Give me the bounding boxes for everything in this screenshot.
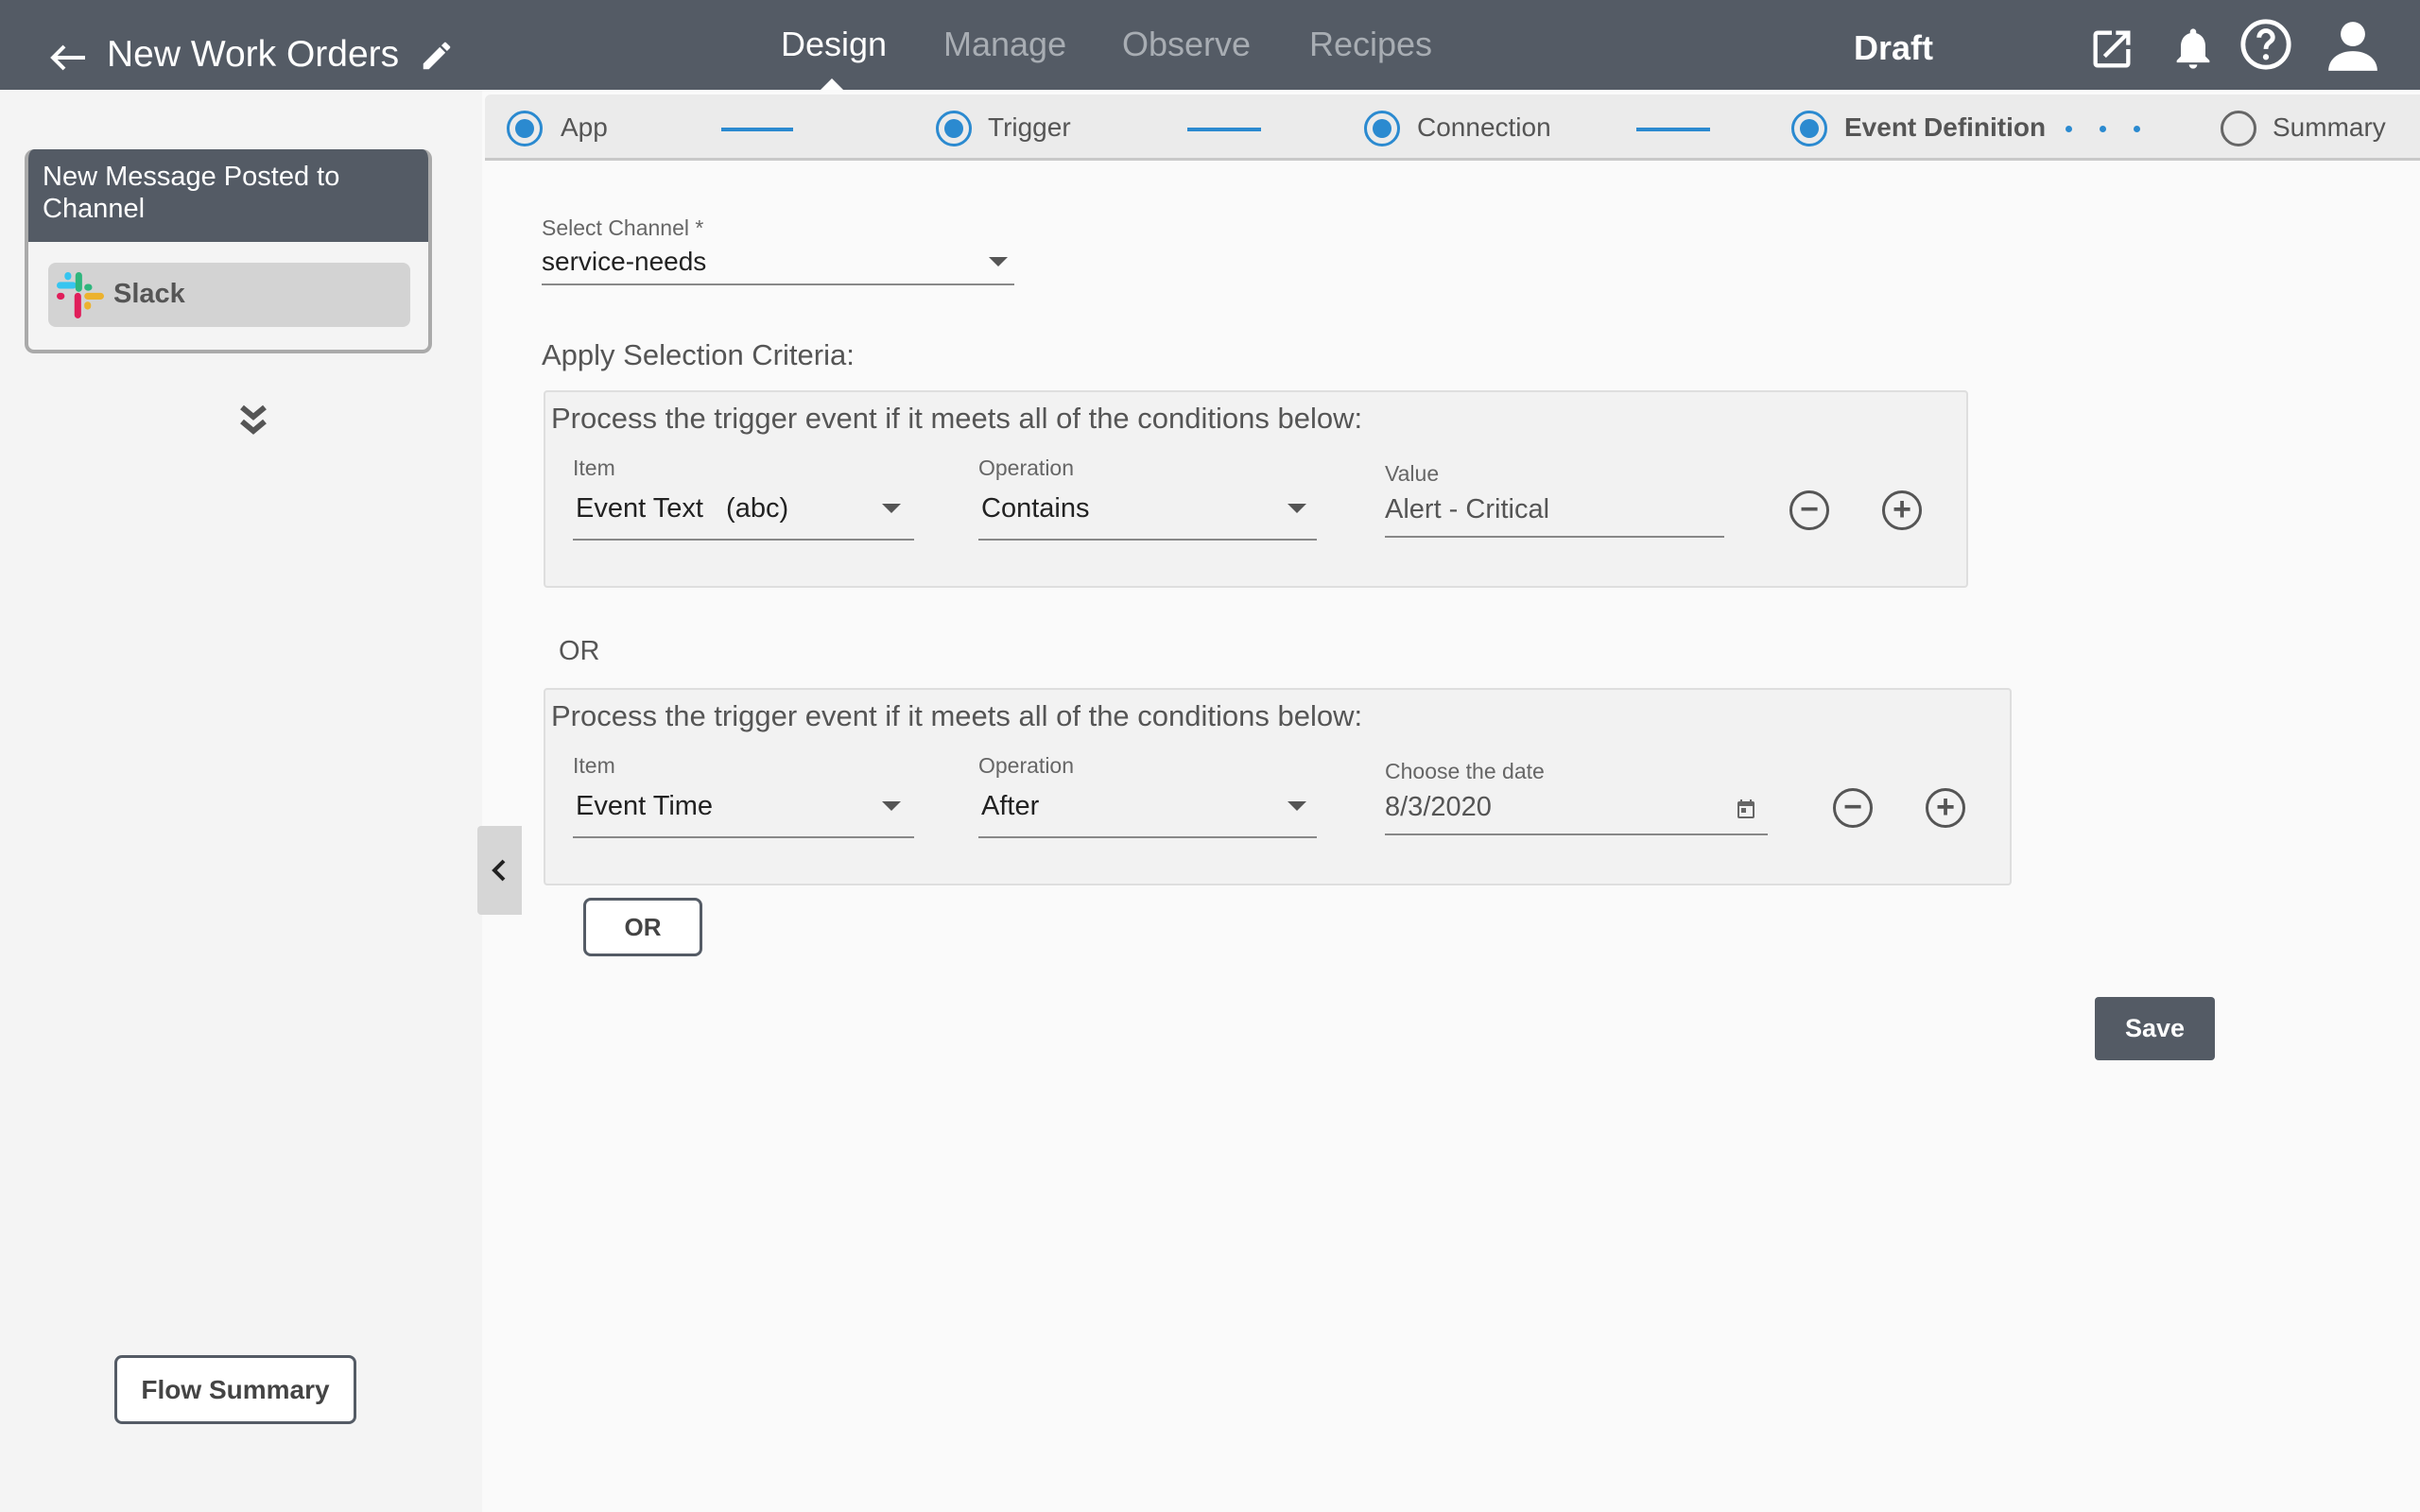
underline — [978, 836, 1317, 838]
sidebar: New Message Posted to Channel Slack Flow… — [0, 90, 482, 1512]
flow-title: New Work Orders — [107, 34, 400, 75]
tab-design[interactable]: Design — [781, 25, 887, 64]
chevron-left-icon — [492, 859, 506, 882]
value-label: Value — [1385, 461, 1440, 486]
pencil-icon[interactable] — [419, 38, 455, 74]
step-connection[interactable]: Connection — [1417, 112, 1551, 143]
status-badge: Draft — [1854, 28, 1934, 67]
caret-down-icon[interactable] — [989, 257, 1008, 266]
value-input[interactable]: Alert - Critical — [1385, 494, 1549, 525]
active-tab-caret — [821, 78, 843, 90]
channel-underline — [542, 284, 1014, 285]
remove-condition-button[interactable]: − — [1833, 788, 1873, 828]
step-app-radio[interactable] — [507, 111, 543, 146]
date-input[interactable]: 8/3/2020 — [1385, 792, 1492, 823]
channel-label: Select Channel * — [542, 215, 704, 240]
step-connector — [721, 128, 793, 131]
underline — [1385, 833, 1768, 835]
channel-select[interactable]: service-needs — [542, 247, 706, 277]
operation-select[interactable]: After — [981, 791, 1039, 822]
step-trigger[interactable]: Trigger — [988, 112, 1071, 143]
or-separator: OR — [559, 636, 600, 666]
step-dot — [2134, 126, 2140, 132]
slack-app-chip[interactable]: Slack — [48, 263, 410, 327]
remove-condition-button[interactable]: − — [1789, 490, 1829, 530]
add-or-group-button[interactable]: OR — [583, 898, 702, 956]
help-icon[interactable] — [2238, 17, 2293, 72]
item-label: Item — [573, 753, 615, 778]
step-event-definition[interactable]: Event Definition — [1844, 112, 2046, 143]
trigger-card-title: New Message Posted to Channel — [28, 149, 428, 242]
condition-group-heading: Process the trigger event if it meets al… — [551, 699, 1363, 732]
add-condition-button[interactable]: + — [1882, 490, 1922, 530]
bell-icon[interactable] — [2169, 23, 2218, 74]
save-button[interactable]: Save — [2095, 997, 2215, 1060]
step-event-definition-radio[interactable] — [1791, 111, 1827, 146]
operation-label: Operation — [978, 455, 1075, 480]
back-arrow-icon[interactable] — [49, 43, 87, 72]
flow-summary-button[interactable]: Flow Summary — [114, 1355, 356, 1424]
underline — [573, 539, 914, 541]
step-summary[interactable]: Summary — [2273, 112, 2386, 143]
step-dot — [2100, 126, 2106, 132]
caret-down-icon[interactable] — [1288, 801, 1306, 811]
external-link-icon[interactable] — [2087, 25, 2136, 74]
underline — [573, 836, 914, 838]
step-connection-radio[interactable] — [1364, 111, 1400, 146]
step-trigger-radio[interactable] — [936, 111, 972, 146]
operation-select[interactable]: Contains — [981, 493, 1089, 524]
calendar-icon[interactable] — [1735, 797, 1757, 821]
step-app[interactable]: App — [561, 112, 608, 143]
item-select[interactable]: Event Time — [576, 791, 713, 822]
double-chevron-down-icon[interactable] — [238, 404, 268, 438]
step-dot — [2066, 126, 2072, 132]
slack-logo-icon — [57, 272, 104, 318]
caret-down-icon[interactable] — [1288, 504, 1306, 513]
caret-down-icon[interactable] — [882, 504, 901, 513]
trigger-card[interactable]: New Message Posted to Channel Slack — [25, 149, 432, 353]
add-condition-button[interactable]: + — [1926, 788, 1965, 828]
tab-observe[interactable]: Observe — [1122, 25, 1251, 64]
top-bar: New Work Orders Design Manage Observe Re… — [0, 0, 2420, 90]
criteria-label: Apply Selection Criteria: — [542, 338, 855, 371]
item-select[interactable]: Event Text (abc) — [576, 493, 788, 524]
condition-group-heading: Process the trigger event if it meets al… — [551, 402, 1363, 435]
user-icon[interactable] — [2324, 17, 2382, 76]
caret-down-icon[interactable] — [882, 801, 901, 811]
item-label: Item — [573, 455, 615, 480]
date-label: Choose the date — [1385, 759, 1545, 783]
step-connector — [1187, 128, 1261, 131]
tab-recipes[interactable]: Recipes — [1309, 25, 1432, 64]
underline — [978, 539, 1317, 541]
step-connector — [1636, 128, 1710, 131]
operation-label: Operation — [978, 753, 1075, 778]
slack-label: Slack — [113, 279, 185, 309]
underline — [1385, 536, 1724, 538]
tab-manage[interactable]: Manage — [943, 25, 1066, 64]
step-summary-radio[interactable] — [2221, 111, 2256, 146]
collapse-sidebar-button[interactable] — [477, 826, 522, 915]
